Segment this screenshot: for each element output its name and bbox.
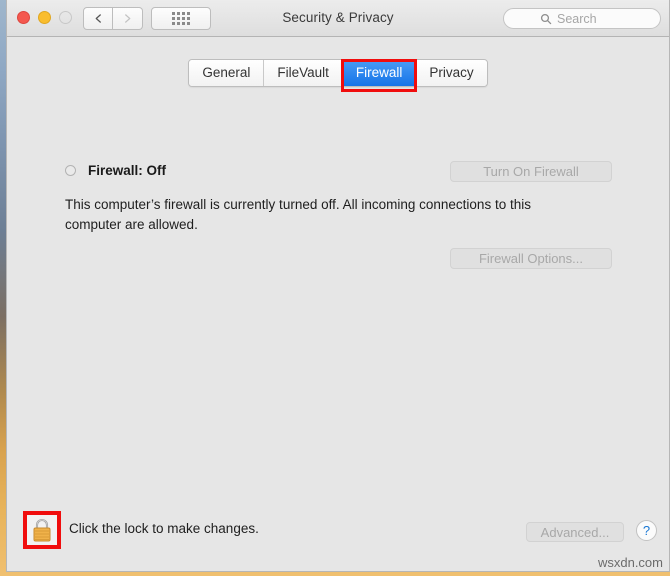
- tab-privacy[interactable]: Privacy: [416, 60, 487, 86]
- firewall-description: This computer’s firewall is currently tu…: [65, 197, 531, 232]
- advanced-button[interactable]: Advanced...: [526, 522, 624, 542]
- firewall-options-button[interactable]: Firewall Options...: [450, 248, 612, 269]
- firewall-status-indicator: [65, 165, 76, 176]
- lock-instruction-text: Click the lock to make changes.: [69, 521, 259, 536]
- search-field[interactable]: [503, 8, 661, 29]
- system-preferences-window: Security & Privacy General FileVault Fir…: [6, 0, 670, 572]
- watermark: wsxdn.com: [597, 555, 663, 570]
- tab-filevault[interactable]: FileVault: [264, 60, 343, 86]
- search-input[interactable]: [557, 11, 647, 26]
- firewall-status-row: Firewall: Off: [65, 163, 166, 178]
- turn-on-firewall-button[interactable]: Turn On Firewall: [450, 161, 612, 182]
- window-titlebar: Security & Privacy: [7, 0, 669, 37]
- tab-general[interactable]: General: [189, 60, 265, 86]
- search-icon: [540, 13, 552, 24]
- preference-pane-tabs: General FileVault Firewall Privacy: [188, 59, 488, 87]
- firewall-status-label: Firewall: Off: [88, 163, 167, 178]
- padlock-closed-icon[interactable]: [30, 517, 54, 543]
- preferences-bottom-bar: Click the lock to make changes. Advanced…: [7, 497, 669, 571]
- annotation-box-lock: [23, 511, 61, 549]
- tab-bar: General FileVault Firewall Privacy: [7, 59, 669, 87]
- help-button[interactable]: ?: [636, 520, 657, 541]
- tab-firewall[interactable]: Firewall: [342, 60, 417, 86]
